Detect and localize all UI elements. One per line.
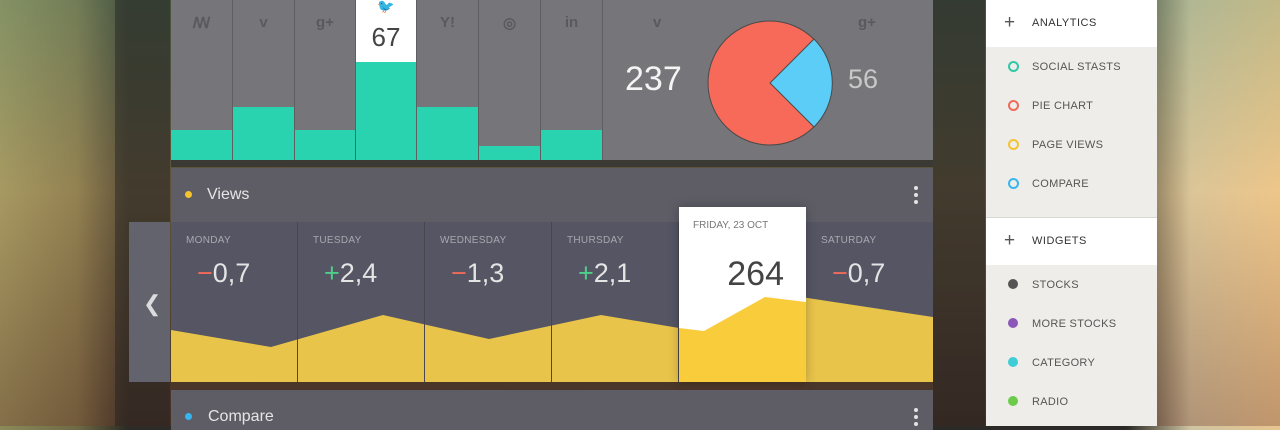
views-title: Views	[207, 186, 250, 203]
sidebar-section-analytics[interactable]: + ANALYTICS	[986, 0, 1157, 47]
views-days-chart: MONDAY −0,7 TUESDAY +2,4 WEDNESDAY −1,3 …	[171, 222, 933, 382]
day-name: WEDNESDAY	[440, 235, 507, 246]
views-menu-icon[interactable]	[914, 186, 918, 207]
pie-right-value: 56	[848, 64, 879, 94]
social-column-googleplus[interactable]: g+	[295, 0, 356, 160]
item-label: PIE CHART	[1032, 100, 1094, 112]
vimeo-icon: v	[259, 14, 268, 31]
sidebar-item-compare[interactable]: COMPARE	[986, 164, 1157, 203]
sidebar-item-more-stocks[interactable]: MORE STOCKS	[986, 304, 1157, 343]
social-bar	[479, 146, 540, 160]
social-bar	[171, 130, 232, 160]
item-label: COMPARE	[1032, 178, 1089, 190]
social-column-linkedin[interactable]: in	[541, 0, 603, 160]
day-column-thursday[interactable]: THURSDAY +2,1	[552, 222, 679, 382]
day-value: 264	[727, 255, 784, 293]
day-column-friday-highlighted[interactable]: FRIDAY, 23 OCT 264	[679, 207, 806, 382]
sidebar-item-category[interactable]: CATEGORY	[986, 343, 1157, 382]
social-bar	[356, 62, 416, 160]
compare-dot	[185, 413, 192, 420]
pie-chart[interactable]	[707, 20, 833, 146]
dribbble-icon: ◎	[502, 15, 517, 32]
previous-button[interactable]: ❮	[129, 222, 170, 382]
item-label: PAGE VIEWS	[1032, 139, 1104, 151]
day-column-wednesday[interactable]: WEDNESDAY −1,3	[425, 222, 552, 382]
day-name: SATURDAY	[821, 235, 877, 246]
social-bar	[417, 107, 478, 160]
sidebar-section-widgets[interactable]: + WIDGETS	[986, 218, 1157, 265]
day-column-saturday[interactable]: SATURDAY −0,7	[806, 222, 933, 382]
googleplus-icon: g+	[316, 14, 334, 31]
stumbleupon-icon: ꟿ	[192, 15, 211, 32]
googleplus-icon: g+	[858, 14, 876, 31]
compare-title: Compare	[208, 408, 274, 425]
day-column-tuesday[interactable]: TUESDAY +2,4	[298, 222, 425, 382]
section-label: ANALYTICS	[1032, 17, 1097, 29]
dot-icon	[1008, 396, 1018, 406]
pie-chart-widget: v g+ 237 56	[603, 0, 933, 160]
day-value: −0,7	[197, 258, 251, 288]
social-column-yahoo[interactable]: Y!	[417, 0, 479, 160]
day-value: +2,1	[578, 258, 632, 288]
item-label: STOCKS	[1032, 279, 1079, 291]
linkedin-icon: in	[564, 14, 579, 31]
yahoo-icon: Y!	[440, 14, 455, 31]
social-bar	[233, 107, 294, 160]
social-column-dribbble[interactable]: ◎	[479, 0, 541, 160]
sidebar-item-page-views[interactable]: PAGE VIEWS	[986, 125, 1157, 164]
sidebar: + ANALYTICS SOCIAL STASTS PIE CHART PAGE…	[986, 0, 1157, 426]
day-name: FRIDAY, 23 OCT	[693, 220, 769, 231]
panel-divider	[171, 160, 933, 167]
twitter-value: 67	[371, 22, 401, 52]
social-stats-panel: ꟿ v g+ 🐦 67 Y! ◎ in v g+ 237 56	[171, 0, 933, 160]
day-name: TUESDAY	[313, 235, 362, 246]
item-label: SOCIAL STASTS	[1032, 61, 1121, 73]
friday-area-chart	[679, 297, 806, 382]
item-label: CATEGORY	[1032, 357, 1096, 369]
pie-left-value: 237	[625, 60, 682, 98]
day-name: MONDAY	[186, 235, 231, 246]
views-dot	[185, 191, 192, 198]
day-column-monday[interactable]: MONDAY −0,7	[171, 222, 298, 382]
ring-icon	[1008, 139, 1019, 150]
social-column-stumbleupon[interactable]: ꟿ	[171, 0, 233, 160]
ring-icon	[1008, 178, 1019, 189]
day-value: −0,7	[832, 258, 886, 288]
day-value: +2,4	[324, 258, 378, 288]
dot-icon	[1008, 318, 1018, 328]
sidebar-item-radio[interactable]: RADIO	[986, 382, 1157, 421]
item-label: MORE STOCKS	[1032, 318, 1117, 330]
section-label: WIDGETS	[1032, 235, 1087, 247]
social-bar	[295, 130, 355, 160]
social-column-twitter[interactable]: 🐦 67	[356, 0, 417, 160]
social-column-vimeo[interactable]: v	[233, 0, 295, 160]
sidebar-item-social-stats[interactable]: SOCIAL STASTS	[986, 47, 1157, 86]
day-name: THURSDAY	[567, 235, 624, 246]
twitter-icon: 🐦	[377, 0, 395, 14]
ring-icon	[1008, 61, 1019, 72]
dot-icon	[1008, 279, 1018, 289]
compare-panel-header: Compare	[171, 390, 933, 430]
sidebar-item-stocks[interactable]: STOCKS	[986, 265, 1157, 304]
dot-icon	[1008, 357, 1018, 367]
sidebar-item-pie-chart[interactable]: PIE CHART	[986, 86, 1157, 125]
plus-icon: +	[1004, 12, 1016, 33]
ring-icon	[1008, 100, 1019, 111]
chevron-left-icon: ❮	[143, 291, 162, 316]
day-value: −1,3	[451, 258, 505, 288]
right-frame	[933, 0, 985, 426]
vimeo-icon: v	[653, 14, 662, 31]
views-panel-header: Views	[171, 168, 933, 222]
social-bar	[541, 130, 602, 160]
item-label: RADIO	[1032, 396, 1069, 408]
plus-icon: +	[1004, 230, 1016, 251]
